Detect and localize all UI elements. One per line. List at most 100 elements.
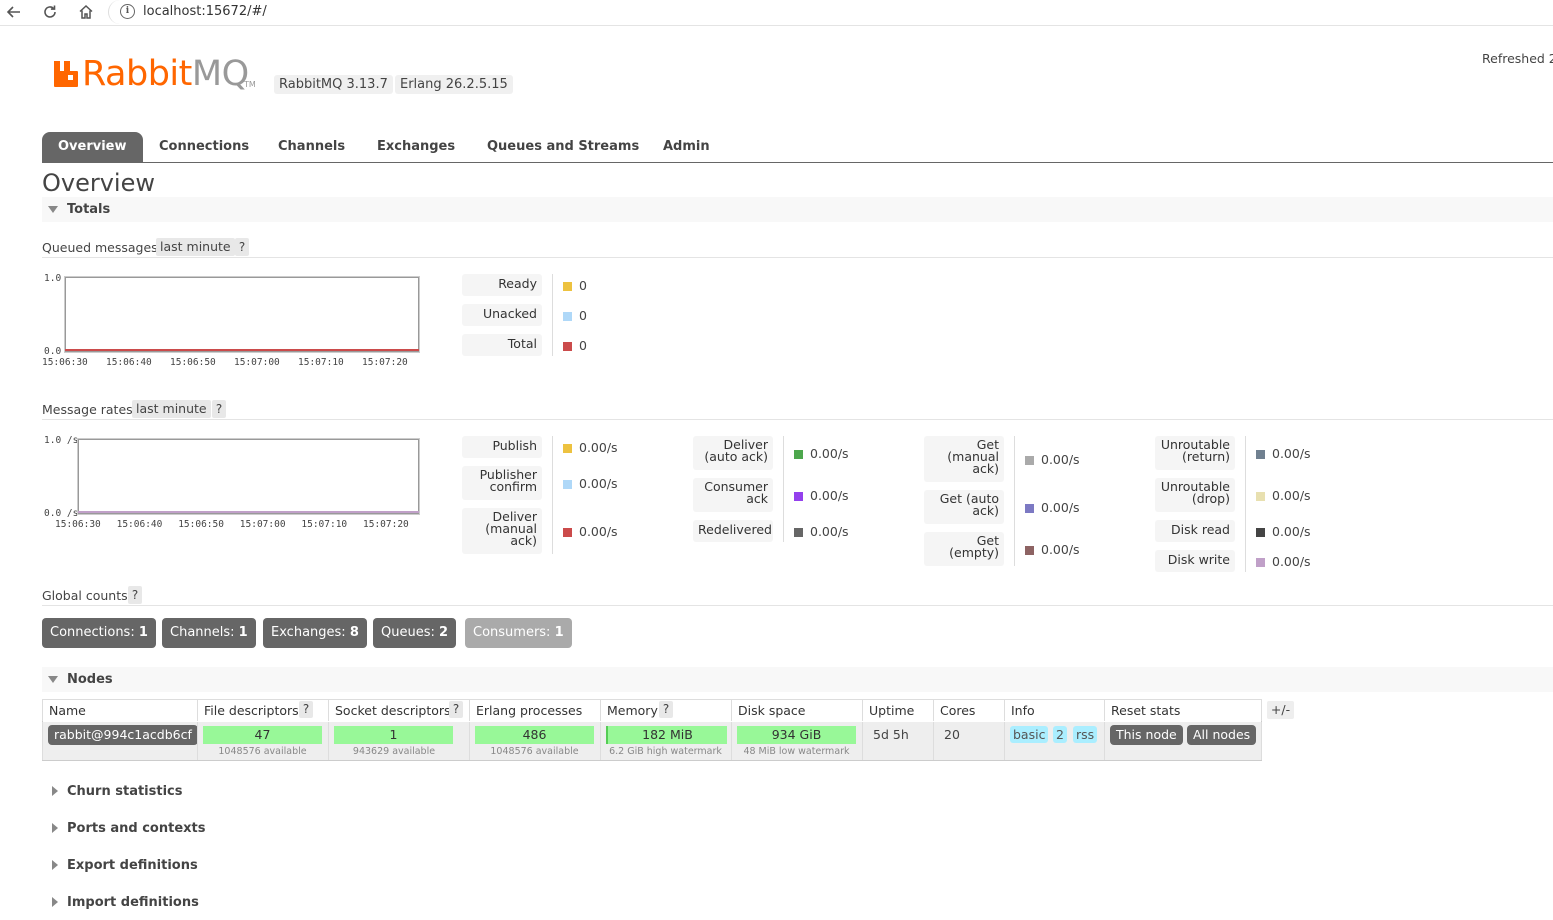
legend-label-ready: Ready bbox=[462, 274, 542, 296]
memory-help[interactable]: ? bbox=[659, 701, 673, 718]
legend-label-unroutable-drop: Unroutable (drop) bbox=[1155, 478, 1235, 512]
legend-label-publish: Publish bbox=[462, 436, 542, 458]
logo-trademark: TM bbox=[244, 80, 256, 89]
queued-help-button[interactable]: ? bbox=[235, 238, 249, 256]
tab-queues-and-streams[interactable]: Queues and Streams bbox=[471, 132, 655, 162]
sd-available: 943629 available bbox=[352, 746, 436, 757]
collapse-triangle-icon[interactable] bbox=[48, 676, 58, 683]
columns-toggle-button[interactable]: +/- bbox=[1267, 701, 1294, 719]
legend-value-ready: 0 bbox=[579, 278, 587, 293]
legend-label-deliver-auto-ack: Deliver (auto ack) bbox=[693, 436, 773, 470]
queued-messages-label: Queued messages bbox=[42, 240, 158, 255]
rates-help-button[interactable]: ? bbox=[212, 400, 226, 418]
x-tick-label: 15:07:10 bbox=[298, 357, 344, 368]
legend-label-unroutable-return: Unroutable (return) bbox=[1155, 436, 1235, 470]
legend-value-unroutable-drop: 0.00/s bbox=[1272, 488, 1311, 503]
legend-separator bbox=[552, 436, 553, 554]
rates-range-selector[interactable]: last minute bbox=[132, 400, 211, 418]
url-text[interactable]: localhost:15672/#/ bbox=[143, 4, 267, 19]
channels-count-button[interactable]: Channels: 1 bbox=[162, 618, 256, 648]
x-tick-label: 15:07:10 bbox=[301, 519, 348, 530]
memory-watermark: 6.2 GiB high watermark bbox=[609, 746, 722, 757]
legend-swatch-unacked bbox=[563, 312, 572, 321]
legend-swatch-unroutable-return bbox=[1256, 450, 1265, 459]
tab-admin[interactable]: Admin bbox=[647, 132, 726, 162]
col-disk-space: Disk space bbox=[731, 699, 862, 721]
socket-descriptors-help[interactable]: ? bbox=[449, 701, 463, 718]
info-icon[interactable]: i bbox=[120, 4, 135, 19]
home-icon[interactable] bbox=[77, 3, 95, 21]
tabs-divider bbox=[42, 162, 1553, 163]
file-descriptors-help[interactable]: ? bbox=[299, 701, 313, 718]
totals-section-header[interactable] bbox=[42, 197, 1553, 222]
arrow-left-icon[interactable] bbox=[5, 3, 23, 21]
queued-range-selector[interactable]: last minute bbox=[156, 238, 235, 256]
legend-value-publisher-confirm: 0.00/s bbox=[579, 476, 618, 491]
col-name: Name bbox=[42, 699, 197, 721]
rates-series-line bbox=[78, 511, 419, 513]
connections-count-button[interactable]: Connections: 1 bbox=[42, 618, 156, 648]
legend-value-deliver-manual-ack: 0.00/s bbox=[579, 524, 618, 539]
col-erlang-processes: Erlang processes bbox=[469, 699, 600, 721]
tab-overview[interactable]: Overview bbox=[42, 132, 143, 162]
legend-label-unacked: Unacked bbox=[462, 304, 542, 326]
address-bar[interactable] bbox=[108, 0, 1553, 24]
legend-value-disk-read: 0.00/s bbox=[1272, 524, 1311, 539]
col-reset-stats: Reset stats bbox=[1104, 699, 1262, 721]
expand-triangle-icon[interactable] bbox=[52, 860, 58, 870]
nodes-section-header[interactable] bbox=[42, 667, 1553, 692]
global-counts-divider bbox=[42, 605, 1553, 606]
reset-all-nodes-button[interactable]: All nodes bbox=[1187, 725, 1257, 745]
legend-label-publisher-confirm: Publisher confirm bbox=[462, 466, 542, 500]
rates-y-min: 0.0 /s bbox=[44, 508, 79, 519]
x-tick-label: 15:06:30 bbox=[55, 519, 101, 530]
rates-y-max: 1.0 /s bbox=[44, 435, 79, 446]
legend-value-get-empty: 0.00/s bbox=[1041, 542, 1080, 557]
legend-value-redelivered: 0.00/s bbox=[810, 524, 849, 539]
legend-swatch-get-empty bbox=[1025, 546, 1034, 555]
memory-bar: 182 MiB bbox=[606, 726, 727, 744]
legend-label-disk-write: Disk write bbox=[1155, 550, 1235, 572]
legend-value-total: 0 bbox=[579, 338, 587, 353]
legend-swatch-publish bbox=[563, 444, 572, 453]
export-definitions-section[interactable]: Export definitions bbox=[67, 858, 198, 873]
col-socket-descriptors: Socket descriptors bbox=[328, 699, 469, 721]
x-tick-label: 15:06:30 bbox=[42, 357, 88, 368]
legend-swatch-deliver-auto-ack bbox=[794, 450, 803, 459]
legend-swatch-publisher-confirm bbox=[563, 480, 572, 489]
import-definitions-section[interactable]: Import definitions bbox=[67, 895, 199, 910]
reset-this-node-button[interactable]: This node bbox=[1110, 725, 1183, 745]
legend-label-get-empty: Get (empty) bbox=[924, 532, 1004, 566]
tab-connections[interactable]: Connections bbox=[143, 132, 265, 162]
legend-value-unacked: 0 bbox=[579, 308, 587, 323]
expand-triangle-icon[interactable] bbox=[52, 897, 58, 907]
legend-swatch-disk-read bbox=[1256, 528, 1265, 537]
churn-statistics-section[interactable]: Churn statistics bbox=[67, 784, 183, 799]
legend-label-consumer-ack: Consumer ack bbox=[693, 478, 773, 512]
message-rates-chart bbox=[77, 438, 420, 515]
tab-channels[interactable]: Channels bbox=[262, 132, 361, 162]
totals-title[interactable]: Totals bbox=[67, 202, 110, 217]
queued-y-max: 1.0 bbox=[44, 273, 62, 284]
expand-triangle-icon[interactable] bbox=[52, 786, 58, 796]
collapse-triangle-icon[interactable] bbox=[48, 206, 58, 213]
message-rates-label: Message rates bbox=[42, 402, 133, 417]
queues-count-button[interactable]: Queues: 2 bbox=[373, 618, 457, 648]
legend-swatch-get-manual-ack bbox=[1025, 456, 1034, 465]
cores-value: 20 bbox=[944, 727, 960, 742]
ports-and-contexts-section[interactable]: Ports and contexts bbox=[67, 821, 205, 836]
exchanges-count-button[interactable]: Exchanges: 8 bbox=[263, 618, 367, 648]
page-title: Overview bbox=[42, 169, 155, 197]
nodes-title[interactable]: Nodes bbox=[67, 672, 113, 687]
legend-separator bbox=[783, 436, 784, 542]
global-counts-help-button[interactable]: ? bbox=[128, 586, 142, 604]
consumers-count-button[interactable]: Consumers: 1 bbox=[465, 618, 572, 648]
expand-triangle-icon[interactable] bbox=[52, 823, 58, 833]
reload-icon[interactable] bbox=[41, 3, 59, 21]
legend-label-get-manual-ack: Get (manual ack) bbox=[924, 436, 1004, 482]
refreshed-status: Refreshed 2 bbox=[1482, 51, 1553, 66]
tab-exchanges[interactable]: Exchanges bbox=[361, 132, 471, 162]
queued-divider bbox=[42, 257, 1553, 258]
node-name-link[interactable]: rabbit@994c1acdb6cf bbox=[48, 725, 198, 745]
disk-watermark: 48 MiB low watermark bbox=[743, 746, 850, 757]
